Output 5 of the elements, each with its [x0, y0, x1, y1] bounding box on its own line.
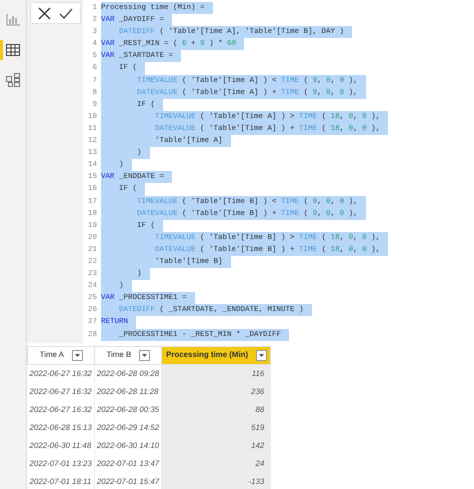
formula-editor[interactable] — [83, 0, 474, 343]
dropdown-icon[interactable] — [72, 350, 84, 361]
dropdown-icon[interactable] — [256, 350, 268, 361]
cancel-button[interactable] — [36, 5, 53, 21]
dropdown-icon[interactable] — [139, 350, 150, 361]
